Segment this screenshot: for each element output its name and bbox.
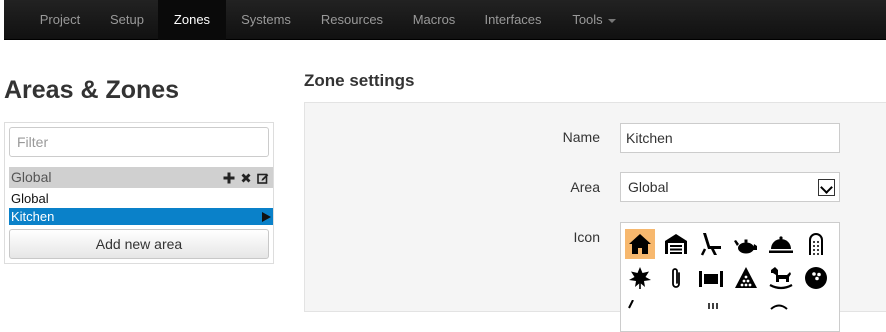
bowling-ball-icon[interactable] [801, 263, 831, 293]
nav-setup[interactable]: Setup [96, 0, 158, 40]
nav-tools-label: Tools [572, 12, 603, 27]
bed-icon[interactable] [696, 263, 726, 293]
area-select-value: Global [628, 179, 669, 195]
lounge-chair-icon[interactable] [696, 229, 726, 259]
play-icon [262, 212, 271, 222]
area-group-actions [223, 167, 269, 188]
house-icon[interactable] [625, 229, 655, 259]
icon-row-overflow [621, 297, 839, 310]
filter-input[interactable] [9, 127, 269, 157]
area-select[interactable]: Global [620, 172, 840, 202]
area-label: Area [570, 179, 600, 195]
maple-leaf-icon[interactable] [625, 263, 655, 293]
page-title: Areas & Zones [4, 76, 180, 104]
add-new-area-button[interactable]: Add new area [9, 229, 269, 259]
area-list-panel: Global Global Kitchen Add new area [4, 122, 274, 264]
garage-icon[interactable] [661, 229, 691, 259]
shower-icon[interactable] [801, 229, 831, 259]
icon-picker [620, 222, 840, 332]
teapot-icon[interactable] [731, 229, 761, 259]
zone-item-kitchen[interactable]: Kitchen [9, 208, 273, 225]
serving-dish-icon[interactable] [766, 229, 796, 259]
nav-interfaces[interactable]: Interfaces [470, 0, 556, 40]
close-icon[interactable] [240, 172, 252, 184]
area-group-label: Global [11, 169, 52, 185]
nav-resources[interactable]: Resources [306, 0, 398, 40]
icon-label: Icon [573, 229, 600, 245]
chevron-down-icon[interactable] [818, 179, 835, 196]
chevron-down-icon [607, 18, 616, 23]
nav-project[interactable]: Project [24, 0, 96, 40]
nav-systems[interactable]: Systems [226, 0, 306, 40]
zone-settings-panel: Name Kitchen Area Global Icon [304, 102, 886, 332]
area-group-row[interactable]: Global [9, 167, 273, 188]
plus-icon[interactable] [223, 172, 235, 184]
name-label: Name [562, 129, 600, 145]
section-title: Zone settings [304, 71, 415, 90]
edit-icon[interactable] [257, 172, 269, 184]
icon-row-partial [628, 299, 788, 310]
nav-zones[interactable]: Zones [158, 0, 226, 40]
billiards-icon[interactable] [731, 263, 761, 293]
top-navbar: Project Setup Zones Systems Resources Ma… [4, 0, 886, 40]
paperclip-icon[interactable] [661, 263, 691, 293]
rocking-horse-icon[interactable] [766, 263, 796, 293]
nav-macros[interactable]: Macros [398, 0, 470, 40]
zone-item-label: Kitchen [11, 209, 55, 224]
name-field[interactable]: Kitchen [620, 123, 840, 153]
nav-tools[interactable]: Tools [556, 0, 632, 40]
zone-item-global[interactable]: Global [9, 190, 273, 207]
